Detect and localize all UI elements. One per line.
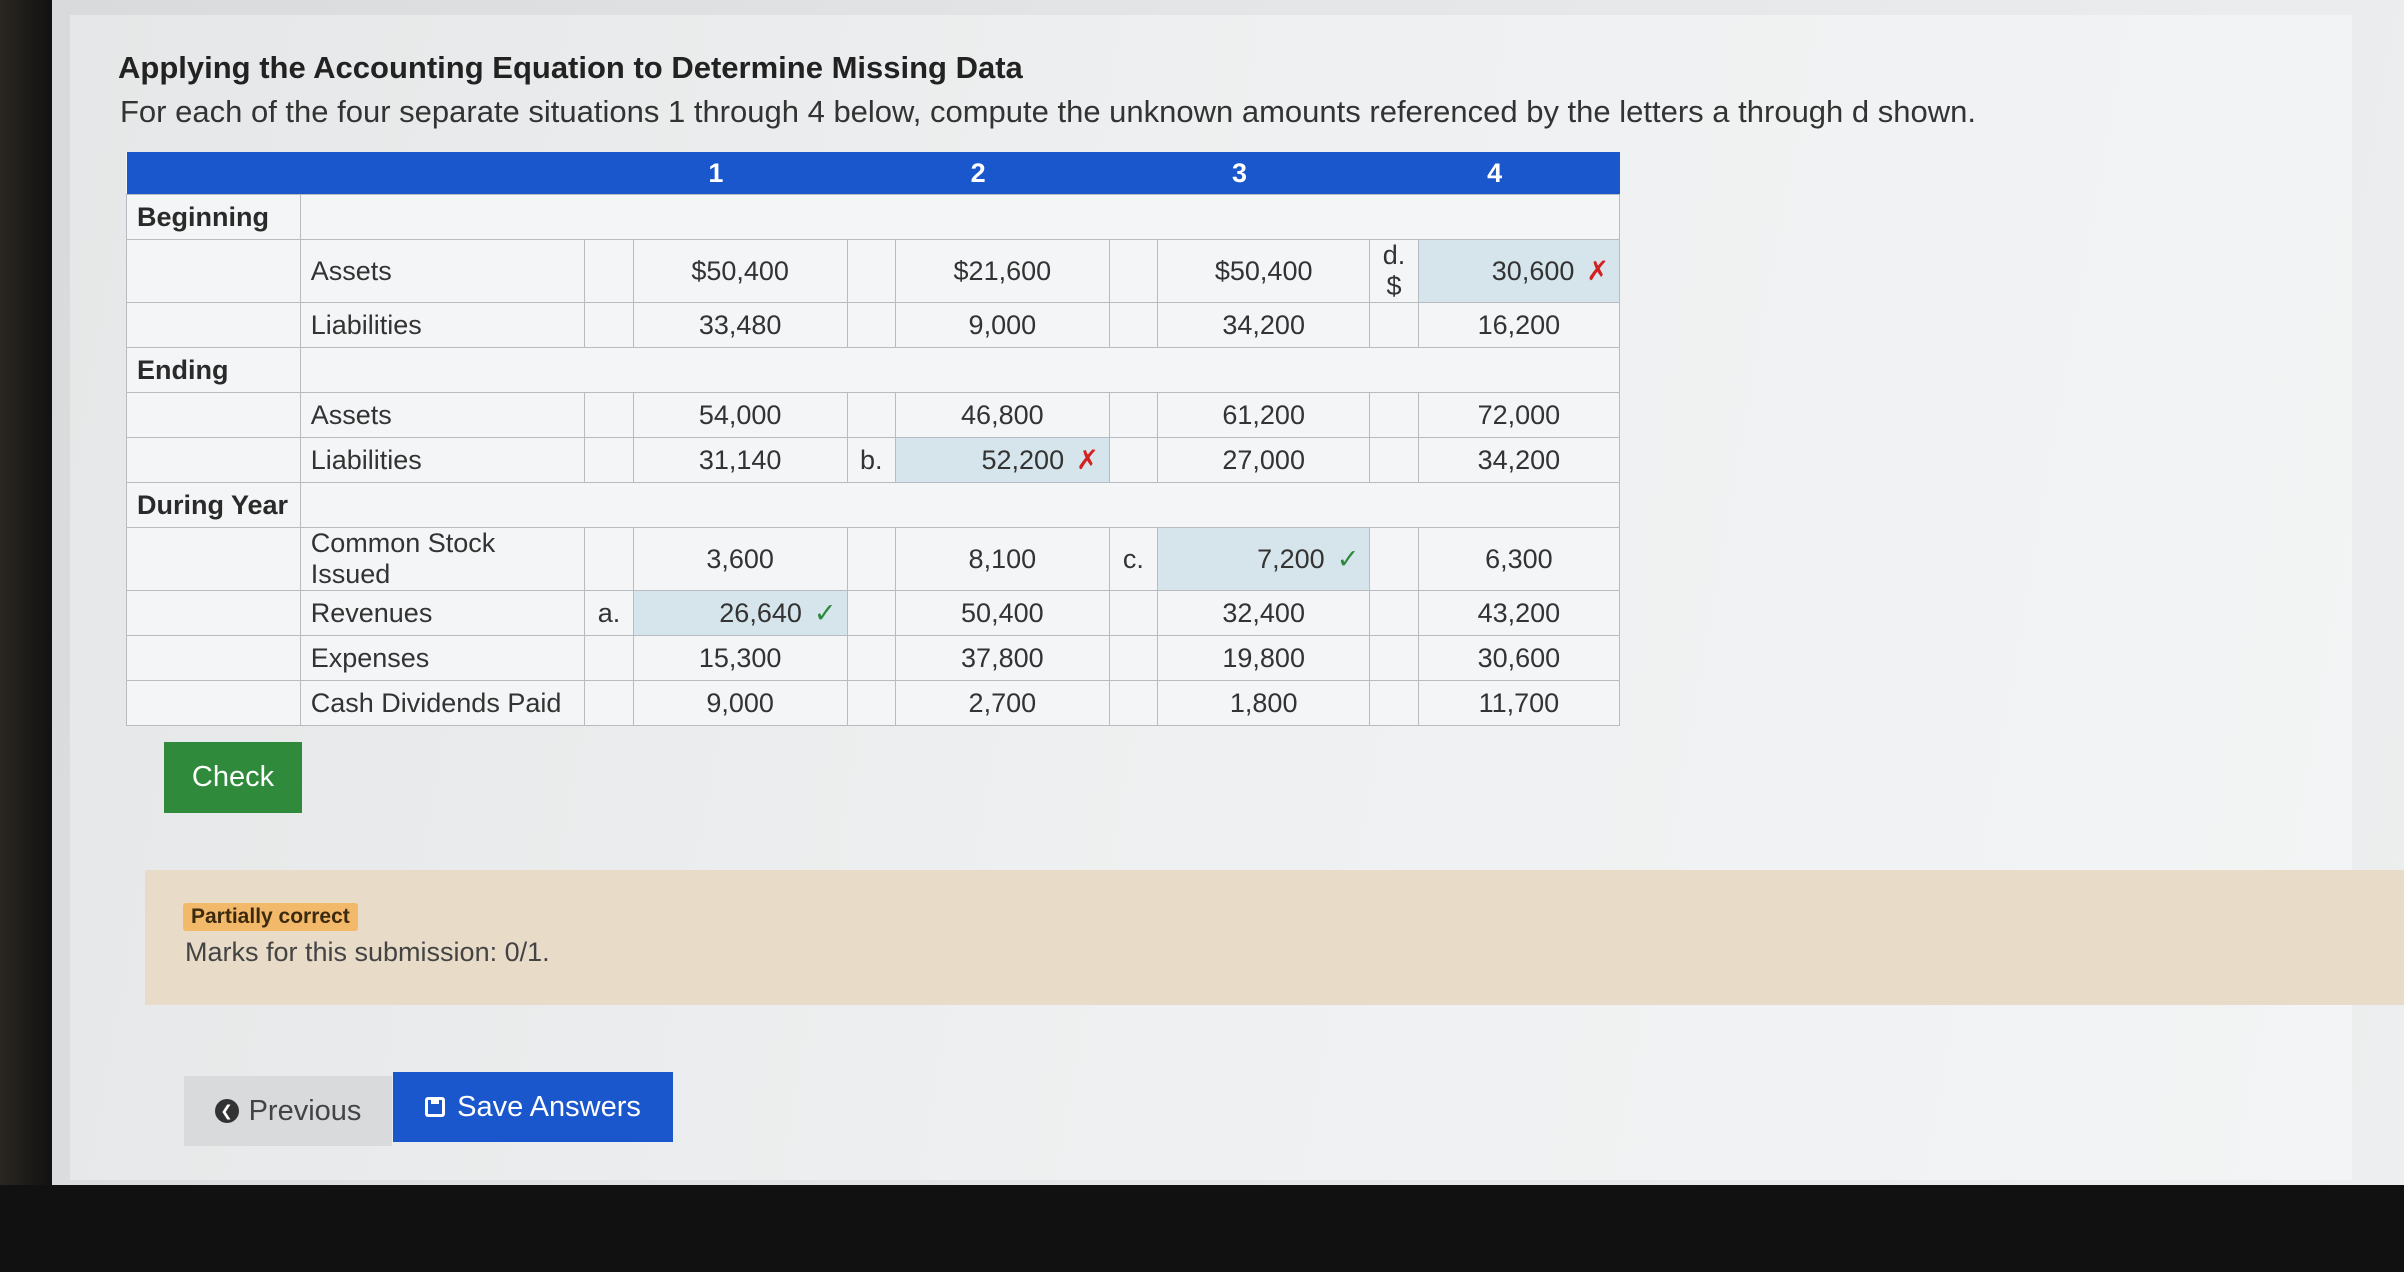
answer-value: 26,640 [719, 597, 802, 628]
section-label-ending: Ending [126, 347, 301, 393]
cell-value: 19,800 [1157, 635, 1371, 681]
table-row-ending-liabilities: Liabilities 31,140 b. 52,200 ✗ 27,000 34,… [126, 437, 1621, 483]
correct-icon: ✓ [813, 597, 837, 628]
cell-value: 6,300 [1417, 527, 1621, 591]
table-row-beginning-assets: Assets $50,400 $21,600 $50,400 d. $ 30,6… [126, 239, 1621, 303]
table-row-common-stock: Common Stock Issued 3,600 8,100 c. 7,200… [126, 527, 1621, 591]
cell-value: 50,400 [894, 590, 1110, 636]
cell-value: 2,700 [894, 680, 1110, 726]
previous-button[interactable]: ❮ Previous [184, 1076, 392, 1146]
save-answers-button[interactable]: Save Answers [393, 1072, 673, 1142]
column-header-2: 2 [847, 152, 1110, 195]
cell-value: 46,800 [894, 392, 1110, 438]
row-label: Assets [299, 239, 586, 303]
cell-value: 11,700 [1417, 680, 1621, 726]
answer-input-d[interactable]: 30,600 ✗ [1417, 239, 1621, 303]
cell-value: 34,200 [1157, 302, 1371, 348]
answer-input-b[interactable]: 52,200 ✗ [894, 437, 1110, 483]
cell-value: 54,000 [632, 392, 848, 438]
cell-value: 30,600 [1417, 635, 1621, 681]
cell-value: 37,800 [894, 635, 1110, 681]
cell-value: 3,600 [632, 527, 848, 591]
answer-input-a[interactable]: 26,640 ✓ [632, 590, 848, 636]
section-label-during-year: During Year [126, 482, 301, 528]
cell-value: 31,140 [632, 437, 848, 483]
cell-value: 34,200 [1417, 437, 1621, 483]
column-header-4: 4 [1369, 152, 1620, 195]
cell-value: 8,100 [894, 527, 1110, 591]
incorrect-icon: ✗ [1586, 255, 1609, 286]
answer-value: 52,200 [981, 444, 1065, 475]
cell-value: 43,200 [1417, 590, 1621, 636]
cell-value: $50,400 [1157, 239, 1371, 303]
row-label: Expenses [299, 635, 586, 681]
answer-key-d: d. [1382, 240, 1406, 270]
cell-value: 27,000 [1157, 437, 1371, 483]
cell-value: 15,300 [632, 635, 848, 681]
cell-value: 16,200 [1417, 302, 1621, 348]
status-badge: Partially correct [183, 903, 358, 931]
column-header-row: 1 2 3 4 [126, 152, 1620, 195]
column-header-3: 3 [1109, 152, 1370, 195]
answer-key-a: a. [584, 590, 634, 636]
cell-value: 1,800 [1157, 680, 1371, 726]
table-row-ending-assets: Assets 54,000 46,800 61,200 72,000 [126, 392, 1621, 438]
incorrect-icon: ✗ [1076, 444, 1099, 475]
marks-text: Marks for this submission: 0/1. [185, 937, 550, 967]
save-icon [425, 1097, 446, 1117]
previous-label: Previous [248, 1094, 362, 1127]
answer-key-c: c. [1108, 527, 1159, 591]
table-row-revenues: Revenues a. 26,640 ✓ 50,400 32,400 43,200 [126, 590, 1621, 636]
cell-value: 72,000 [1417, 392, 1621, 438]
cell-value: 61,200 [1157, 392, 1371, 438]
row-label: Cash Dividends Paid [299, 680, 586, 726]
row-label: Assets [299, 392, 586, 438]
accounting-equation-table: 1 2 3 4 Beginning Assets $50,400 $21,600… [126, 152, 1621, 726]
section-label-beginning: Beginning [126, 194, 301, 240]
section-row-ending: Ending [126, 347, 1621, 393]
answer-key-b: b. [846, 437, 896, 483]
section-row-beginning: Beginning [126, 194, 1621, 240]
row-label: Revenues [299, 590, 586, 636]
cell-value: 33,480 [632, 302, 848, 348]
answer-value: 7,200 [1257, 543, 1325, 574]
dollar-sign: $ [1386, 271, 1402, 301]
save-label: Save Answers [457, 1090, 641, 1123]
row-label: Liabilities [299, 302, 586, 348]
cell-value: 32,400 [1157, 590, 1371, 636]
monitor-bezel-bottom [0, 1185, 2404, 1272]
answer-input-c[interactable]: 7,200 ✓ [1157, 527, 1371, 591]
cell-value: 9,000 [894, 302, 1110, 348]
question-title: Applying the Accounting Equation to Dete… [118, 50, 1023, 85]
cell-value: $21,600 [894, 239, 1110, 303]
row-label: Common Stock Issued [299, 527, 586, 591]
correct-icon: ✓ [1336, 543, 1360, 574]
table-row-expenses: Expenses 15,300 37,800 19,800 30,600 [126, 635, 1621, 681]
table-row-cash-dividends: Cash Dividends Paid 9,000 2,700 1,800 11… [126, 680, 1621, 726]
question-instructions: For each of the four separate situations… [120, 94, 1976, 129]
chevron-left-icon: ❮ [214, 1099, 239, 1123]
check-button[interactable]: Check [164, 742, 302, 813]
column-header-1: 1 [584, 152, 847, 195]
section-row-during-year: During Year [126, 482, 1621, 528]
cell-value: 9,000 [632, 680, 848, 726]
cell-value: $50,400 [632, 239, 848, 303]
monitor-bezel-left [0, 0, 60, 1272]
answer-value: 30,600 [1491, 255, 1575, 286]
table-row-beginning-liabilities: Liabilities 33,480 9,000 34,200 16,200 [126, 302, 1621, 348]
row-label: Liabilities [299, 437, 586, 483]
